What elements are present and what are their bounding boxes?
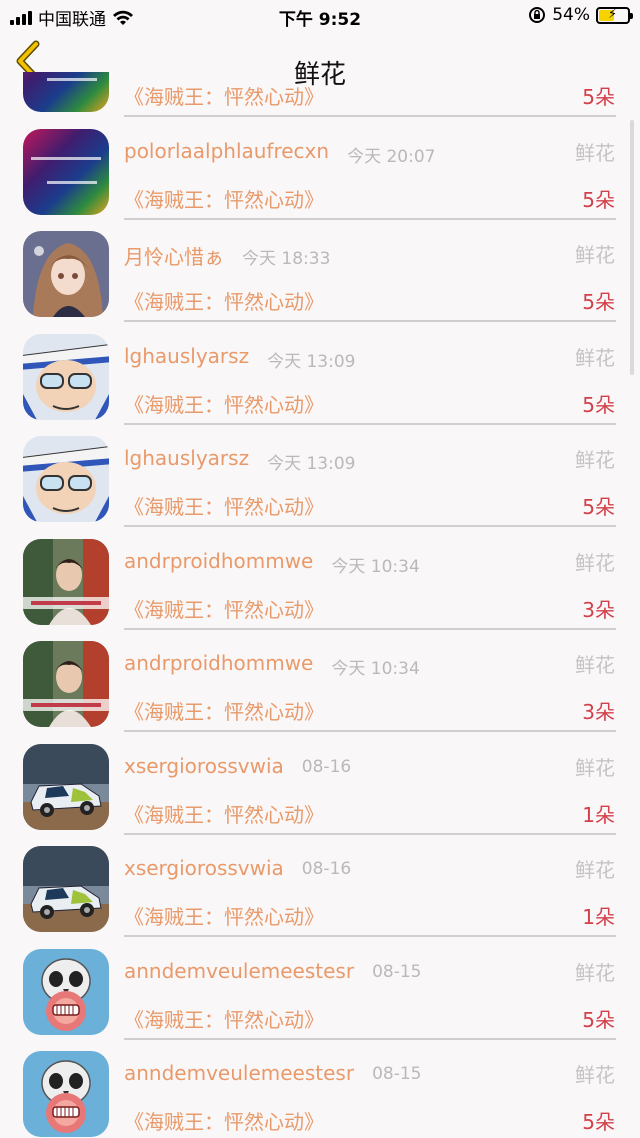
avatar[interactable] (23, 743, 109, 830)
battery-percent: 54% (552, 5, 590, 25)
sent-time: 今天 10:34 (331, 556, 420, 577)
gift-type: 鲜花 (575, 550, 615, 575)
gift-type: 鲜花 (575, 653, 615, 677)
flower-count: 5朵 (582, 85, 615, 109)
rotation-lock-icon (529, 7, 546, 23)
gift-type: 鲜花 (575, 960, 615, 985)
avatar[interactable] (23, 641, 109, 727)
book-title-link[interactable]: 《海贼王：怦然心动》 (124, 491, 324, 520)
sender-name[interactable]: polorlaalphlaufrecxn (124, 139, 329, 163)
row-divider (124, 1037, 616, 1040)
list-item[interactable]: andrproidhommwe 今天 10:34 鲜花《海贼王：怦然心动》 3朵 (0, 538, 640, 641)
list-item[interactable]: anndemveulemeestesr 08-15 鲜花《海贼王：怦然心动》 5朵 (0, 1051, 640, 1138)
book-title-link[interactable]: 《海贼王：怦然心动》 (124, 1004, 324, 1033)
avatar[interactable] (23, 1051, 109, 1137)
battery-icon: ⚡ (596, 6, 633, 24)
row-divider (124, 627, 616, 630)
book-title-link[interactable]: 《海贼王：怦然心动》 (124, 1106, 324, 1135)
row-divider (124, 730, 616, 732)
sent-time: 今天 20:07 (347, 146, 436, 167)
list-item[interactable]: lghauslyarsz 今天 13:09 鲜花《海贼王：怦然心动》 5朵 (0, 333, 640, 436)
gift-type: 鲜花 (575, 755, 615, 780)
list-item[interactable]: lghauslyarsz 今天 13:09 鲜花《海贼王：怦然心动》 5朵 (0, 436, 640, 538)
avatar[interactable] (23, 538, 109, 625)
avatar[interactable] (23, 128, 109, 215)
row-divider (124, 320, 616, 322)
list-item[interactable]: 《海贼王：怦然心动》 5朵 (0, 72, 640, 128)
sent-time: 08-16 (301, 756, 352, 777)
sender-name[interactable]: andrproidhommwe (124, 549, 313, 573)
sent-time: 08-15 (372, 1064, 422, 1084)
sender-name[interactable]: 月怜心惜ぁ (124, 241, 224, 270)
sent-time: 今天 18:33 (242, 249, 331, 269)
sender-name[interactable]: anndemveulemeestesr (124, 1061, 354, 1085)
book-title-link[interactable]: 《海贼王：怦然心动》 (124, 81, 324, 110)
sender-name[interactable]: andrproidhommwe (124, 651, 313, 675)
sender-name[interactable]: lghauslyarsz (124, 344, 249, 368)
flower-count: 3朵 (582, 700, 615, 724)
row-divider (124, 832, 616, 835)
status-bar: 中国联通 下午 9:52 54% ⚡ (0, 0, 640, 32)
list-item[interactable]: 月怜心惜ぁ 今天 18:33 鲜花《海贼王：怦然心动》 5朵 (0, 231, 640, 333)
flower-record-list[interactable]: 《海贼王：怦然心动》 5朵 polorlaalphlaufrecxn 今天 20:0… (0, 72, 640, 1138)
flower-count: 5朵 (582, 392, 615, 417)
flower-count: 5朵 (582, 290, 615, 314)
gift-type: 鲜花 (575, 1063, 615, 1087)
sender-name[interactable]: anndemveulemeestesr (124, 959, 354, 983)
row-divider (124, 525, 616, 527)
book-title-link[interactable]: 《海贼王：怦然心动》 (124, 286, 324, 315)
sent-time: 今天 13:09 (267, 351, 356, 372)
row-divider (124, 217, 616, 220)
gift-type: 鲜花 (575, 140, 615, 165)
flower-count: 5朵 (582, 495, 615, 519)
avatar[interactable] (23, 436, 109, 522)
gift-type: 鲜花 (575, 243, 615, 267)
flower-count: 3朵 (582, 597, 615, 622)
sent-time: 今天 10:34 (331, 659, 420, 679)
book-title-link[interactable]: 《海贼王：怦然心动》 (124, 696, 324, 725)
row-divider (124, 115, 616, 117)
flower-count: 5朵 (582, 1110, 615, 1134)
book-title-link[interactable]: 《海贼王：怦然心动》 (124, 594, 324, 623)
sender-name[interactable]: xsergiorossvwia (124, 754, 284, 778)
charging-bolt-icon: ⚡ (608, 6, 618, 22)
flower-count: 5朵 (582, 187, 615, 212)
list-item[interactable]: xsergiorossvwia 08-16 鲜花《海贼王：怦然心动》 1朵 (0, 846, 640, 948)
sender-name[interactable]: lghauslyarsz (124, 446, 249, 470)
book-title-link[interactable]: 《海贼王：怦然心动》 (124, 184, 324, 213)
flower-count: 1朵 (582, 905, 615, 929)
gift-type: 鲜花 (575, 448, 615, 472)
sent-time: 今天 13:09 (267, 454, 356, 474)
gift-type: 鲜花 (575, 345, 615, 370)
list-item[interactable]: andrproidhommwe 今天 10:34 鲜花《海贼王：怦然心动》 3朵 (0, 641, 640, 743)
list-item[interactable]: anndemveulemeestesr 08-15 鲜花《海贼王：怦然心动》 5朵 (0, 948, 640, 1051)
book-title-link[interactable]: 《海贼王：怦然心动》 (124, 901, 324, 930)
avatar[interactable] (23, 948, 109, 1035)
list-item[interactable]: xsergiorossvwia 08-16 鲜花《海贼王：怦然心动》 1朵 (0, 743, 640, 846)
row-divider (124, 935, 616, 937)
avatar[interactable] (23, 333, 109, 420)
list-item[interactable]: polorlaalphlaufrecxn 今天 20:07 鲜花《海贼王：怦然心动》… (0, 128, 640, 231)
sent-time: 08-16 (301, 859, 352, 879)
avatar[interactable] (23, 72, 109, 112)
scroll-indicator[interactable] (630, 120, 634, 375)
gift-type: 鲜花 (575, 858, 615, 882)
avatar[interactable] (23, 846, 109, 932)
sender-name[interactable]: xsergiorossvwia (124, 856, 284, 880)
row-divider (124, 422, 616, 425)
flower-count: 5朵 (582, 1007, 615, 1032)
book-title-link[interactable]: 《海贼王：怦然心动》 (124, 799, 324, 828)
avatar[interactable] (23, 231, 109, 317)
flower-count: 1朵 (582, 802, 615, 827)
sent-time: 08-15 (372, 961, 422, 982)
status-right: 54% ⚡ (528, 5, 633, 25)
book-title-link[interactable]: 《海贼王：怦然心动》 (124, 389, 324, 418)
